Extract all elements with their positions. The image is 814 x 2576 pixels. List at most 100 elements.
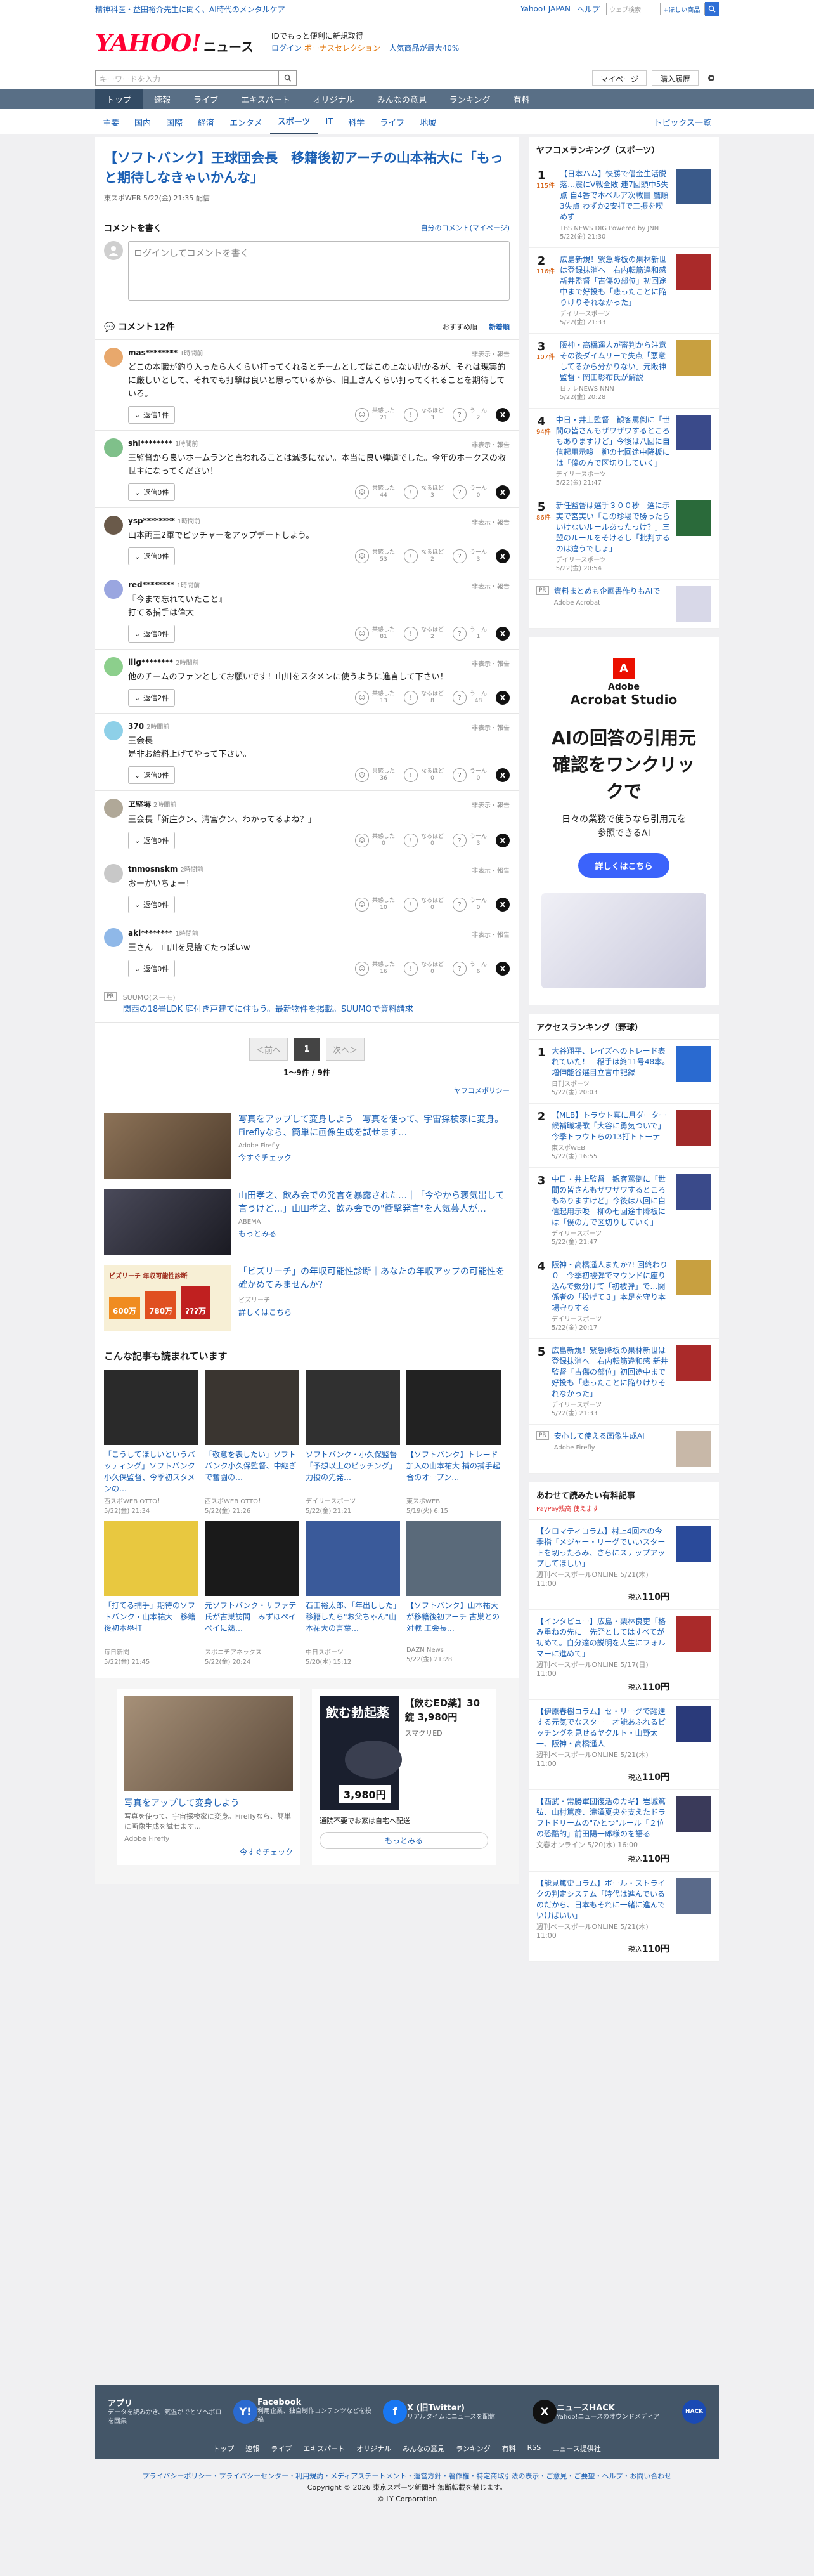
paid-title[interactable]: 【西武・常勝軍団復活のカギ】岩城篤弘、山村篤彦、滝澤夏央を支えたドラフトドリーム… <box>536 1796 669 1840</box>
reply-button[interactable]: ⌄ 返信2件 <box>128 689 176 707</box>
reply-button[interactable]: ⌄ 返信0件 <box>128 832 176 849</box>
report-link[interactable]: 非表示・報告 <box>472 581 510 591</box>
hmm-reaction[interactable]: ? うーん 1 <box>452 627 487 641</box>
paid-item[interactable]: 【西武・常勝軍団復活のカギ】岩城篤弘、山村篤彦、滝澤夏央を支えたドラフトドリーム… <box>529 1790 719 1872</box>
ad-title[interactable]: 「ビズリーチ」の年収可能性診断｜あなたの年収アップの可能性を確かめてみませんか？ <box>238 1265 510 1292</box>
cat-life[interactable]: ライフ <box>372 109 412 134</box>
related-card[interactable]: 「こうしてほしいというバッティング」ソフトバンク小久保監督、今季初スタメンの… 西… <box>104 1370 198 1515</box>
related-title[interactable]: 「敬意を表したい」ソフトバンク小久保監督、中継ぎで奮闘の… <box>205 1449 299 1494</box>
pr-title[interactable]: 安心して使える画像生成AI <box>554 1431 671 1442</box>
footer-app-name[interactable]: アプリ <box>108 2396 227 2409</box>
helpful-reaction[interactable]: ☺ 共感した 81 <box>354 627 395 641</box>
ad-thumbnail[interactable]: ビズリーチ 年収可能性診断 600万 780万 ???万 <box>104 1265 231 1331</box>
related-title[interactable]: 【ソフトバンク】トレード加入の山本祐大 捕の捕手起合のオープン… <box>406 1449 501 1494</box>
cat-main[interactable]: 主要 <box>95 109 127 134</box>
x-share-icon[interactable]: X <box>496 962 510 976</box>
ad-title[interactable]: 山田孝之、飲み会での発言を暴露された…｜「今やから褒気出して言うけど…」山田孝之… <box>238 1189 510 1216</box>
report-link[interactable]: 非表示・報告 <box>472 349 510 358</box>
helpful-reaction[interactable]: ☺ 共感した 53 <box>354 549 395 563</box>
ranking-item[interactable]: 5 86件 新任監督は選手３００秒 選に示実で宮実い「この珍場で勝ったらいけないルー… <box>529 494 719 580</box>
x-share-icon[interactable]: X <box>496 898 510 912</box>
ad-row[interactable]: 写真をアップして変身しよう｜写真を使って、宇宙探検家に変身。Fireflyなら、… <box>104 1108 510 1184</box>
ad-thumbnail[interactable] <box>104 1189 231 1255</box>
helpful-reaction[interactable]: ☺ 共感した 21 <box>354 408 395 422</box>
ranking-title[interactable]: 中日・井上監督 観客罵倒に「世間の皆さんもザワザワするところもありますけど」今後… <box>552 1174 671 1228</box>
comment-user[interactable]: red******** <box>128 580 174 589</box>
related-card[interactable]: 元ソフトバンク・サファテ氏が古巣訪問 みずほペイペイに熱… スポニチアネックス 5/… <box>205 1521 299 1666</box>
footer-link[interactable]: 速報 <box>245 2443 259 2454</box>
ranking-title[interactable]: 広島新規！緊急降板の果林新世は登録抹消へ 右内転筋違和感 新井監督「古傷の部位」… <box>560 254 671 308</box>
cat-economy[interactable]: 経済 <box>190 109 222 134</box>
prev-page-button[interactable]: ＜前へ <box>249 1038 288 1061</box>
history-button[interactable]: 購入履歴 <box>651 70 699 86</box>
cat-science[interactable]: 科学 <box>340 109 372 134</box>
ranking-thumbnail[interactable] <box>676 500 711 536</box>
yahoo-japan-link[interactable]: Yahoo! JAPAN <box>520 4 571 13</box>
ranking-pr[interactable]: PR 安心して使える画像生成AI Adobe Firefly <box>529 1425 719 1474</box>
ranking-thumbnail[interactable] <box>676 415 711 450</box>
related-card[interactable]: 【ソフトバンク】山本祐大が移籍後初アーチ 古巣との対戦 王会長… DAZN New… <box>406 1521 501 1666</box>
paid-item[interactable]: 【クロマティコラム】村上4回本の今季指「メジャー・リーグでいいスタートを切ったろ… <box>529 1520 719 1610</box>
ranking-thumbnail[interactable] <box>676 1110 711 1146</box>
hmm-reaction[interactable]: ? うーん 3 <box>452 549 487 563</box>
footer-link[interactable]: エキスパート <box>303 2443 345 2454</box>
comment-user[interactable]: iiig******** <box>128 658 173 667</box>
report-link[interactable]: 非表示・報告 <box>472 865 510 875</box>
footer-link[interactable]: みんなの意見 <box>403 2443 444 2454</box>
ad-image[interactable] <box>124 1696 293 1791</box>
popular-link[interactable]: 人気商品が最大40% <box>389 44 460 53</box>
paid-title[interactable]: 【能見篤史コラム】ボール・ストライクの判定システム「時代は進んでいるのだから、日… <box>536 1878 669 1921</box>
article-source[interactable]: 東スポWEB <box>104 194 141 202</box>
ranking-thumbnail[interactable] <box>676 340 711 376</box>
ranking-title[interactable]: 広島新規！緊急降板の果林新世は登録抹消へ 右内転筋違和感 新井監督「古傷の部位」… <box>552 1345 671 1399</box>
ad-cta[interactable]: 詳しくはこちら <box>238 1307 510 1317</box>
report-link[interactable]: 非表示・報告 <box>472 929 510 939</box>
keyword-search-input[interactable]: キーワードを入力 <box>95 70 279 86</box>
reply-button[interactable]: ⌄ 返信0件 <box>128 547 176 565</box>
ad-title[interactable]: 写真をアップして変身しよう｜写真を使って、宇宙探検家に変身。Fireflyなら、… <box>238 1113 510 1140</box>
ranking-title[interactable]: 阪神・高橋遥人が審判から注意その後ダイムリーで失点「悪意してるから分かりない」元… <box>560 340 671 383</box>
pr-text[interactable]: 関西の18畳LDK 庭付き戸建てに住もう。最新物件を掲載。SUUMOで資料請求 <box>123 1002 413 1014</box>
cat-domestic[interactable]: 国内 <box>127 109 158 134</box>
ranking-item[interactable]: 3 107件 阪神・高橋遥人が審判から注意その後ダイムリーで失点「悪意してるから分か… <box>529 334 719 409</box>
paid-item[interactable]: 【インタビュー】広島・栗林良吏「格み重ねの先に 先発としてはすべてが初めて。自分… <box>529 1610 719 1700</box>
related-card[interactable]: 石田裕太郎、「年出しした」移籍したら"お父ちゃん"山本祐大の言葉… 中日スポーツ 5… <box>306 1521 400 1666</box>
search-icon[interactable] <box>705 2 719 16</box>
pr-row[interactable]: PR SUUMO(スーモ) 関西の18畳LDK 庭付き戸建てに住もう。最新物件を… <box>95 984 519 1023</box>
ad-card-title[interactable]: 写真をアップして変身しよう <box>124 1796 293 1809</box>
x-share-icon[interactable]: X <box>496 627 510 641</box>
ad-card[interactable]: 写真をアップして変身しよう 写真を使って、宇宙探検家に変身。Fireflyなら、… <box>117 1689 300 1865</box>
insightful-reaction[interactable]: ! なるほど 2 <box>403 627 444 641</box>
comment-user[interactable]: mas******** <box>128 348 178 357</box>
nav-top[interactable]: トップ <box>95 89 143 109</box>
insightful-reaction[interactable]: ! なるほど 8 <box>403 691 444 705</box>
my-comments-link[interactable]: 自分のコメント(マイページ) <box>421 223 510 233</box>
ranking-thumbnail[interactable] <box>676 1174 711 1210</box>
related-thumbnail[interactable] <box>406 1370 501 1445</box>
nav-ranking[interactable]: ランキング <box>438 89 502 109</box>
related-title[interactable]: ソフトバンク・小久保監督「予想以上のピッチング」力投の先発… <box>306 1449 400 1494</box>
comment-user[interactable]: 370 <box>128 722 144 731</box>
reply-button[interactable]: ⌄ 返信0件 <box>128 766 176 784</box>
comment-user[interactable]: shi******** <box>128 439 172 448</box>
cat-world[interactable]: 国際 <box>158 109 190 134</box>
mypage-button[interactable]: マイページ <box>592 70 647 86</box>
adobe-ad[interactable]: A Adobe Acrobat Studio AIの回答の引用元確認をワンクリッ… <box>529 637 719 1005</box>
nav-opinions[interactable]: みんなの意見 <box>366 89 438 109</box>
current-page[interactable]: 1 <box>294 1038 320 1061</box>
related-title[interactable]: 「打てる捕手」期待のソフトバンク・山本祐大 移籍後初本塁打 <box>104 1600 198 1645</box>
footer-app-icon[interactable]: Y! <box>233 2399 257 2424</box>
hmm-reaction[interactable]: ? うーん 0 <box>452 485 487 499</box>
helpful-reaction[interactable]: ☺ 共感した 13 <box>354 691 395 705</box>
adobe-cta-button[interactable]: 詳しくはこちら <box>578 853 669 878</box>
nav-live[interactable]: ライブ <box>182 89 229 109</box>
x-share-icon[interactable]: X <box>496 691 510 705</box>
cat-it[interactable]: IT <box>318 109 340 134</box>
ranking-item[interactable]: 2 【MLB】トラウト真に月ダーター候補職場歌「大谷に勇気ついで」今季トラウトらの… <box>529 1104 719 1168</box>
hmm-reaction[interactable]: ? うーん 48 <box>452 691 487 705</box>
related-thumbnail[interactable] <box>104 1521 198 1596</box>
reply-button[interactable]: ⌄ 返信0件 <box>128 625 176 643</box>
insightful-reaction[interactable]: ! なるほど 0 <box>403 898 444 912</box>
insightful-reaction[interactable]: ! なるほど 0 <box>403 768 444 782</box>
related-title[interactable]: 石田裕太郎、「年出しした」移籍したら"お父ちゃん"山本祐大の言葉… <box>306 1600 400 1645</box>
